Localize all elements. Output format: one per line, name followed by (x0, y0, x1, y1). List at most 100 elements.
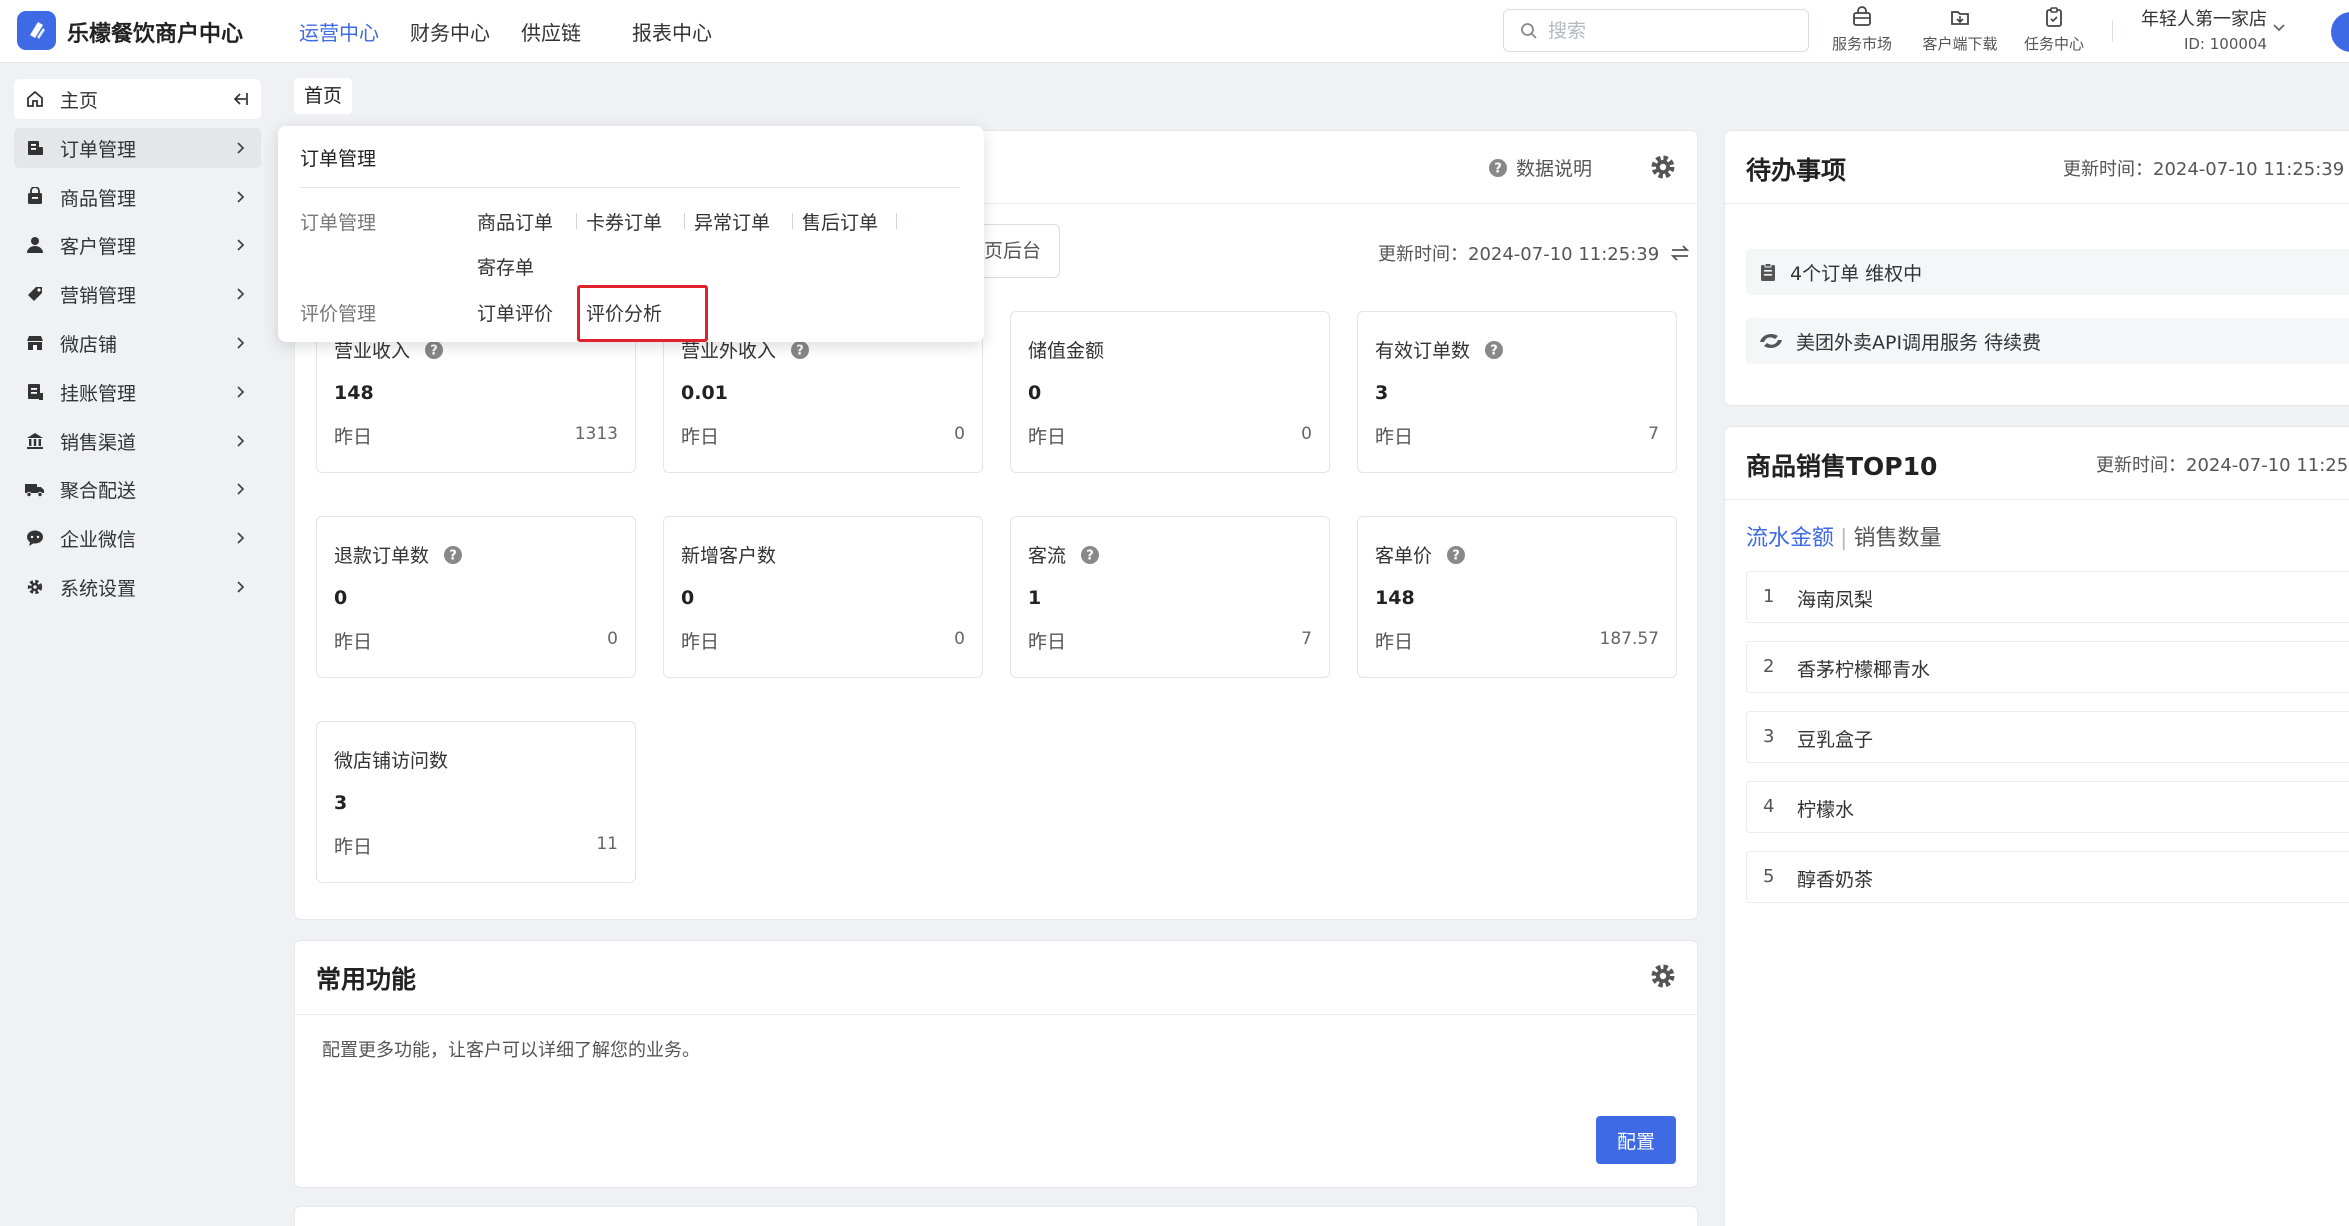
svg-text:?: ? (430, 343, 438, 358)
list-item[interactable]: 4 柠檬水 (1746, 781, 2349, 833)
chevron-right-icon (237, 239, 245, 251)
nav-reports[interactable]: 报表中心 (632, 17, 712, 46)
svg-text:?: ? (1086, 548, 1094, 563)
menu-item-product-orders[interactable]: 商品订单 (477, 208, 553, 235)
common-functions-gear-icon[interactable] (1649, 962, 1677, 990)
help-icon[interactable]: ? (424, 340, 444, 360)
stat-card-valid-orders[interactable]: 有效订单数? 3 昨日 7 (1357, 311, 1677, 473)
breadcrumb[interactable]: 首页 (294, 78, 353, 114)
search-input[interactable] (1548, 18, 1788, 44)
sidebar-item-settings[interactable]: 系统设置 (14, 567, 261, 607)
top10-tabs: 流水金额 | 销售数量 (1746, 520, 1941, 552)
help-icon: ? (1489, 158, 1507, 177)
help-icon[interactable]: ? (1080, 545, 1100, 565)
sidebar-item-home[interactable]: 主页 (14, 79, 261, 119)
sidebar-item-marketing[interactable]: 营销管理 (14, 274, 261, 314)
menu-item-deposit-orders[interactable]: 寄存单 (477, 253, 534, 280)
help-icon[interactable]: ? (1484, 340, 1504, 360)
sidebar-item-goods[interactable]: 商品管理 (14, 177, 261, 217)
menu-separator (792, 213, 793, 229)
menu-separator (896, 213, 897, 229)
account-id: ID: 100004 (2183, 35, 2267, 53)
sidebar-item-micro-shop[interactable]: 微店铺 (14, 323, 261, 363)
dropdown-divider (300, 187, 960, 188)
account-name: 年轻人第一家店 (2141, 9, 2267, 30)
overview-update-time: 更新时间：2024-07-10 11:25:39 (1378, 240, 1691, 266)
task-icon (2046, 7, 2062, 27)
config-button[interactable]: 配置 (1596, 1116, 1676, 1164)
stat-card-new-customers[interactable]: 新增客户数 0 昨日 0 (663, 516, 983, 678)
chevron-right-icon (237, 337, 245, 349)
shop-icon (24, 332, 46, 354)
menu-item-abnormal-orders[interactable]: 异常订单 (694, 208, 770, 235)
help-icon[interactable]: ? (1446, 545, 1466, 565)
collapse-sidebar-icon[interactable] (231, 91, 249, 107)
chevron-down-icon[interactable] (2271, 19, 2287, 35)
sidebar-item-orders[interactable]: 订单管理 (14, 128, 261, 168)
stat-card-traffic[interactable]: 客流? 1 昨日 7 (1010, 516, 1330, 678)
top-bar: 乐檬餐饮商户中心 运营中心 财务中心 供应链 报表中心 服务市场 客户端下载 任… (0, 0, 2349, 63)
chevron-right-icon (237, 386, 245, 398)
svg-text:?: ? (1494, 161, 1502, 176)
goods-icon (24, 186, 46, 208)
channel-icon (24, 430, 46, 452)
menu-item-coupon-orders[interactable]: 卡券订单 (586, 208, 662, 235)
store-icon (1853, 6, 1871, 26)
tab-quantity[interactable]: 销售数量 (1853, 526, 1941, 551)
top10-update-time: 更新时间：2024-07-10 11:25:3 (2096, 455, 2349, 476)
common-functions-panel (294, 940, 1699, 1188)
stat-card-refund-orders[interactable]: 退款订单数? 0 昨日 0 (316, 516, 636, 678)
common-functions-title: 常用功能 (316, 965, 417, 994)
sidebar-item-sales-channel[interactable]: 销售渠道 (14, 421, 261, 461)
todo-item[interactable]: 4个订单 维权中 (1746, 249, 2349, 295)
tab-amount[interactable]: 流水金额 (1746, 526, 1834, 551)
svg-text:?: ? (796, 343, 804, 358)
help-icon[interactable]: ? (790, 340, 810, 360)
nav-supply-chain[interactable]: 供应链 (521, 17, 581, 46)
list-item[interactable]: 1 海南凤梨 (1746, 571, 2349, 623)
menu-separator (684, 213, 685, 229)
sidebar-item-customers[interactable]: 客户管理 (14, 225, 261, 265)
brand-logo-icon[interactable] (17, 11, 56, 50)
tool-service-market[interactable]: 服务市场 (1822, 6, 1902, 54)
chevron-right-icon (237, 191, 245, 203)
list-item[interactable]: 2 香茅柠檬椰青水 (1746, 641, 2349, 693)
user-icon (24, 234, 46, 256)
list-item[interactable]: 3 豆乳盒子 (1746, 711, 2349, 763)
tool-client-download[interactable]: 客户端下载 (1910, 6, 2010, 54)
sidebar-item-wecom[interactable]: 企业微信 (14, 518, 261, 558)
account-info[interactable]: 年轻人第一家店 ID: 100004 (2125, 5, 2267, 53)
stat-card-avg-ticket[interactable]: 客单价? 148 昨日 187.57 (1357, 516, 1677, 678)
tab-separator: | (1840, 526, 1848, 551)
list-item[interactable]: 5 醇香奶茶 (1746, 851, 2349, 903)
sidebar-item-delivery[interactable]: 聚合配送 (14, 469, 261, 509)
nav-finance[interactable]: 财务中心 (410, 17, 490, 46)
menu-item-review-analysis[interactable]: 评价分析 (586, 299, 662, 326)
todo-item[interactable]: 美团外卖API调用服务 待续费 (1746, 318, 2349, 364)
stat-card-stored-value[interactable]: 储值金额 0 昨日 0 (1010, 311, 1330, 473)
tool-task-center[interactable]: 任务中心 (2014, 6, 2094, 54)
chevron-right-icon (237, 532, 245, 544)
menu-item-after-sales-orders[interactable]: 售后订单 (802, 208, 878, 235)
svg-text:?: ? (1490, 343, 1498, 358)
overview-settings-gear-icon[interactable] (1649, 153, 1677, 181)
menu-item-order-reviews[interactable]: 订单评价 (477, 299, 553, 326)
brand-name: 乐檬餐饮商户中心 (67, 22, 244, 47)
order-management-dropdown: 订单管理 订单管理 商品订单 卡券订单 异常订单 售后订单 寄存单 评价管理 订… (278, 126, 984, 342)
search-box[interactable] (1503, 9, 1809, 52)
todo-title: 待办事项 (1746, 156, 1847, 185)
search-icon (1521, 23, 1537, 39)
gear-icon (24, 576, 46, 598)
help-icon[interactable]: ? (443, 545, 463, 565)
data-note-link[interactable]: ? 数据说明 (1488, 154, 1592, 181)
sidebar-item-ledger[interactable]: 挂账管理 (14, 372, 261, 412)
common-functions-description: 配置更多功能，让客户可以详细了解您的业务。 (322, 1040, 700, 1061)
refresh-icon[interactable] (1669, 243, 1691, 263)
tag-icon (24, 283, 46, 305)
chevron-right-icon (237, 435, 245, 447)
menu-separator (576, 213, 577, 229)
chevron-right-icon (237, 581, 245, 593)
nav-operations[interactable]: 运营中心 (299, 17, 379, 46)
stat-card-shop-visits[interactable]: 微店铺访问数 3 昨日 11 (316, 721, 636, 883)
avatar[interactable] (2331, 12, 2349, 52)
